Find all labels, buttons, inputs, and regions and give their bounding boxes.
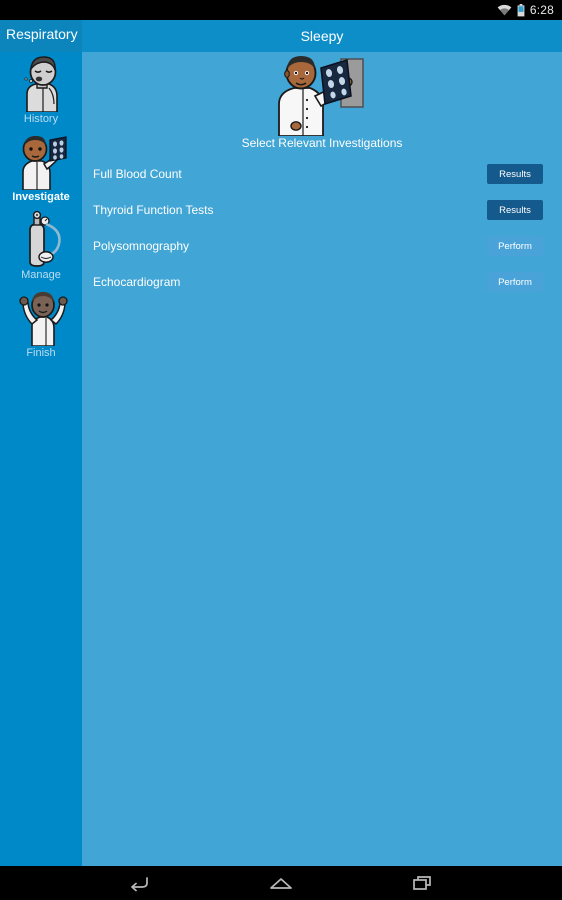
android-nav-bar bbox=[0, 866, 562, 900]
sidebar-item-label-finish: Finish bbox=[26, 347, 56, 359]
hero-section: Select Relevant Investigations bbox=[82, 52, 562, 152]
doctor-xray-icon bbox=[13, 132, 69, 191]
investigation-name: Echocardiogram bbox=[93, 275, 181, 289]
content-area: Select Relevant Investigations Full Bloo… bbox=[82, 52, 562, 866]
list-item[interactable]: Thyroid Function Tests Results bbox=[82, 192, 562, 228]
page-title: Sleepy bbox=[300, 28, 344, 44]
app-root: 6:28 Respiratory Sleepy History Investig… bbox=[0, 0, 562, 900]
patient-coughing-icon bbox=[13, 54, 69, 113]
oxygen-cylinder-icon bbox=[13, 210, 69, 268]
sidebar-item-label-manage: Manage bbox=[21, 269, 61, 281]
list-item[interactable]: Echocardiogram Perform bbox=[82, 264, 562, 300]
doctor-holding-xray-icon bbox=[263, 54, 381, 137]
investigation-name: Thyroid Function Tests bbox=[93, 203, 214, 217]
sidebar: History Investigate Manage Finish bbox=[0, 52, 82, 866]
sidebar-item-label-investigate: Investigate bbox=[12, 191, 70, 203]
home-icon[interactable] bbox=[264, 866, 298, 900]
investigation-action-button[interactable]: Perform bbox=[487, 236, 543, 256]
list-item[interactable]: Full Blood Count Results bbox=[82, 156, 562, 192]
action-bar: Respiratory Sleepy bbox=[0, 20, 562, 52]
investigation-name: Full Blood Count bbox=[93, 167, 182, 181]
investigation-action-button[interactable]: Results bbox=[487, 200, 543, 220]
recents-icon[interactable] bbox=[406, 866, 440, 900]
sidebar-item-label-history: History bbox=[23, 113, 59, 125]
status-bar-clock: 6:28 bbox=[529, 3, 554, 17]
person-arms-raised-icon bbox=[13, 288, 69, 347]
action-bar-section-label: Respiratory bbox=[6, 26, 78, 42]
action-bar-section[interactable]: Respiratory bbox=[0, 20, 82, 52]
investigation-action-button[interactable]: Results bbox=[487, 164, 543, 184]
back-icon[interactable] bbox=[122, 866, 156, 900]
status-bar: 6:28 bbox=[0, 0, 562, 20]
battery-icon bbox=[517, 3, 525, 17]
sidebar-item-finish[interactable]: Finish bbox=[0, 288, 82, 366]
investigation-name: Polysomnography bbox=[93, 239, 190, 253]
sidebar-item-investigate[interactable]: Investigate bbox=[0, 132, 82, 210]
wifi-icon bbox=[497, 4, 512, 16]
list-item[interactable]: Polysomnography Perform bbox=[82, 228, 562, 264]
investigation-action-button[interactable]: Perform bbox=[487, 272, 543, 292]
investigations-list: Full Blood Count Results Thyroid Functio… bbox=[82, 156, 562, 300]
hero-caption: Select Relevant Investigations bbox=[241, 136, 403, 150]
sidebar-item-manage[interactable]: Manage bbox=[0, 210, 82, 288]
sidebar-item-history[interactable]: History bbox=[0, 54, 82, 132]
